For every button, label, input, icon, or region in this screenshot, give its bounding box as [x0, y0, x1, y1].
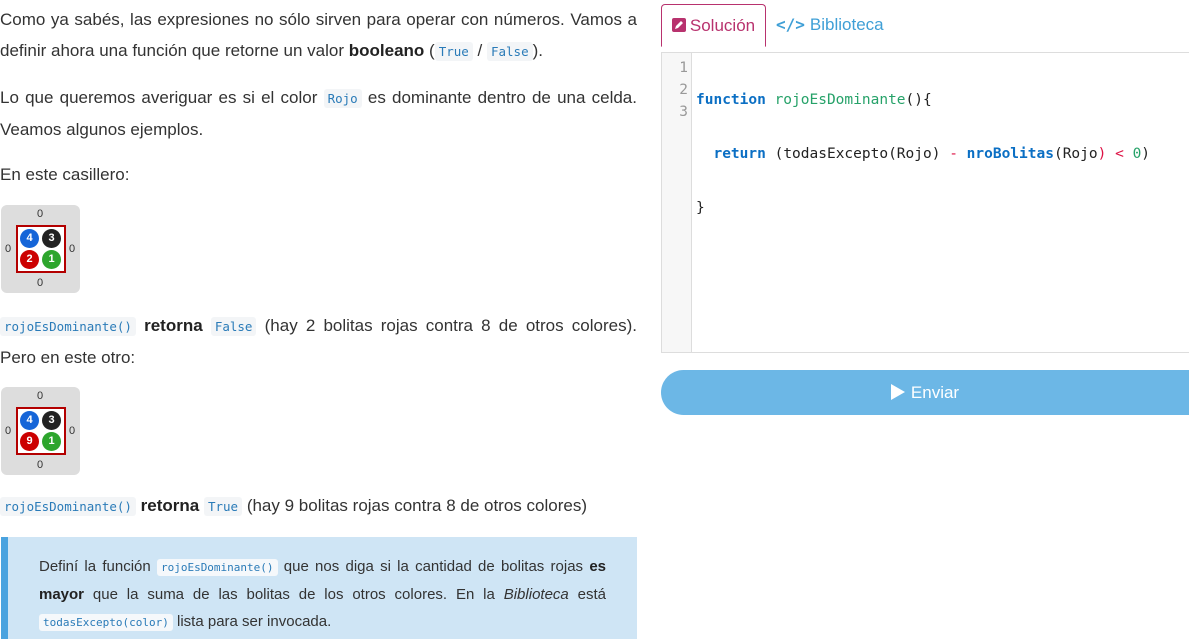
tab-biblioteca-label: Biblioteca	[809, 15, 884, 34]
function-name: rojoEsDominante	[774, 92, 906, 108]
code-function: rojoEsDominante()	[0, 317, 136, 336]
line-number-gutter: 1 2 3	[662, 53, 692, 352]
board-example-1: 0 0 0 0 4 3 2 1	[1, 205, 80, 293]
task-text-1: Definí la función	[39, 558, 157, 575]
intro-paragraph: Como ya sabés, las expresiones no sólo s…	[0, 4, 637, 67]
board-cell: 4 3 2 1	[16, 225, 66, 273]
bold-retorna: retorna	[140, 496, 200, 515]
blue-ball: 4	[20, 229, 39, 248]
code-function: rojoEsDominante()	[0, 497, 136, 516]
line-number: 1	[679, 60, 688, 76]
color-text-1: Lo que queremos averiguar es si el color	[0, 88, 324, 107]
code-line: }	[696, 197, 1150, 219]
black-ball: 3	[42, 229, 61, 248]
task-text-3: que la suma de las bolitas de los otros …	[84, 586, 504, 603]
intro-text-3: ).	[532, 41, 543, 60]
tab-solucion[interactable]: Solución	[661, 4, 766, 47]
operator-minus: -	[949, 146, 958, 162]
code-content[interactable]: function rojoEsDominante(){ return (toda…	[696, 57, 1150, 251]
green-ball: 1	[42, 250, 61, 269]
board-bottom-label: 0	[37, 459, 44, 471]
task-text-4: está	[568, 586, 606, 603]
line-number: 3	[679, 104, 688, 120]
task-text-2: que nos diga si la cantidad de bolitas r…	[277, 558, 590, 575]
board-cell: 4 3 9 1	[16, 407, 66, 455]
code-true: True	[434, 42, 473, 61]
enviar-button[interactable]: Enviar	[661, 370, 1189, 415]
separator: /	[472, 41, 487, 60]
board-top-label: 0	[37, 208, 44, 220]
task-text-5: lista para ser invocada.	[172, 613, 332, 630]
red-ball: 9	[20, 432, 39, 451]
board-example-2: 0 0 0 0 4 3 9 1	[1, 387, 80, 475]
line-number: 2	[679, 82, 688, 98]
keyword-return: return	[713, 146, 766, 162]
board-left-label: 0	[5, 243, 12, 255]
tab-biblioteca[interactable]: </> Biblioteca	[776, 4, 884, 45]
italic-biblioteca: Biblioteca	[503, 586, 569, 603]
result-true-paragraph: rojoEsDominante() retorna True (hay 9 bo…	[0, 490, 637, 522]
board-bottom-label: 0	[37, 277, 44, 289]
color-paragraph: Lo que queremos averiguar es si el color…	[0, 82, 637, 145]
code-icon: </>	[776, 15, 805, 34]
code-token: (Rojo	[1053, 146, 1098, 162]
keyword-function: function	[696, 92, 766, 108]
intro-text-2: (	[424, 41, 435, 60]
board-left-label: 0	[5, 425, 12, 437]
board-top-label: 0	[37, 390, 44, 402]
code-token: }	[696, 200, 705, 216]
task-text: Definí la función rojoEsDominante() que …	[39, 553, 606, 636]
green-ball: 1	[42, 432, 61, 451]
tab-solucion-label: Solución	[689, 16, 756, 35]
bold-booleano: booleano	[348, 41, 425, 60]
casillero-paragraph: En este casillero:	[0, 165, 130, 184]
red-ball: 2	[20, 250, 39, 269]
result-true-text: (hay 9 bolitas rojas contra 8 de otros c…	[242, 496, 587, 515]
result-false-paragraph: rojoEsDominante() retorna False (hay 2 b…	[0, 310, 637, 373]
board-right-label: 0	[69, 425, 76, 437]
code-false: False	[486, 42, 533, 61]
enviar-label: Enviar	[910, 383, 960, 402]
code-token: )	[1141, 146, 1151, 162]
board-right-label: 0	[69, 243, 76, 255]
code-line: return (todasExcepto(Rojo) - nroBolitas(…	[696, 143, 1150, 165]
operator-less-than: <	[1115, 146, 1124, 162]
code-rojo: Rojo	[323, 89, 362, 108]
play-icon	[890, 384, 905, 400]
edit-icon	[671, 18, 686, 32]
code-false-value: False	[210, 317, 257, 336]
bold-retorna: retorna	[144, 316, 203, 335]
task-callout: Definí la función rojoEsDominante() que …	[1, 537, 637, 639]
code-function: rojoEsDominante()	[156, 559, 278, 576]
code-token: (todasExcepto(Rojo)	[765, 146, 950, 162]
code-true-value: True	[203, 497, 243, 516]
code-editor[interactable]: 1 2 3 function rojoEsDominante(){ return…	[661, 52, 1189, 353]
number-literal: 0	[1132, 146, 1142, 162]
code-token: (){	[905, 92, 932, 108]
black-ball: 3	[42, 411, 61, 430]
call-nro-bolitas: nroBolitas	[966, 146, 1054, 162]
code-todas-excepto: todasExcepto(color)	[39, 614, 173, 631]
code-line: function rojoEsDominante(){	[696, 89, 1150, 111]
blue-ball: 4	[20, 411, 39, 430]
